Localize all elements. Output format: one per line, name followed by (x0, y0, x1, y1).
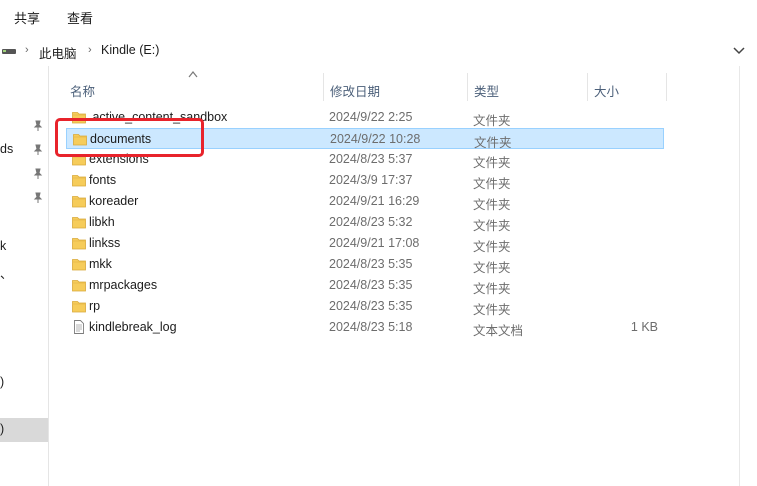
nav-item-fragment: ) (0, 422, 5, 436)
file-type: 文本文档 (473, 324, 524, 338)
chevron-down-icon[interactable] (731, 44, 747, 58)
folder-icon (72, 280, 86, 292)
file-modified-date: 2024/8/23 5:18 (329, 320, 413, 334)
file-type: 文件夹 (473, 303, 511, 317)
folder-icon (72, 238, 86, 250)
file-modified-date: 2024/8/23 5:32 (329, 215, 413, 229)
column-divider[interactable] (323, 73, 324, 101)
sort-ascending-icon (188, 71, 198, 78)
column-header-date[interactable]: 修改日期 (330, 81, 380, 100)
ribbon-tab-view[interactable]: 查看 (67, 8, 93, 27)
file-type: 文件夹 (473, 198, 511, 212)
nav-item-fragment[interactable]: ) (0, 375, 4, 389)
file-row[interactable]: koreader 2024/9/21 16:29 文件夹 (66, 191, 664, 212)
column-header-size[interactable]: 大小 (594, 81, 619, 100)
file-row[interactable]: kindlebreak_log 2024/8/23 5:18 文本文档 1 KB (66, 317, 664, 338)
file-type: 文件夹 (473, 219, 511, 233)
nav-item-fragment[interactable]: ds (0, 142, 13, 156)
nav-item-selected[interactable]: ) (0, 418, 48, 442)
file-row[interactable]: mrpackages 2024/8/23 5:35 文件夹 (66, 275, 664, 296)
file-modified-date: 2024/9/21 16:29 (329, 194, 420, 208)
text-file-icon (74, 320, 84, 334)
scrollbar-track[interactable] (739, 66, 740, 486)
file-type: 文件夹 (473, 240, 511, 254)
file-row[interactable]: rp 2024/8/23 5:35 文件夹 (66, 296, 664, 317)
file-type: 文件夹 (473, 282, 511, 296)
column-divider[interactable] (666, 73, 667, 101)
file-size: 1 KB (630, 320, 658, 334)
file-row[interactable]: libkh 2024/8/23 5:32 文件夹 (66, 212, 664, 233)
file-type: 文件夹 (473, 114, 511, 128)
file-name: linkss (89, 236, 121, 250)
pin-icon[interactable] (33, 144, 43, 156)
breadcrumb-kindle-drive[interactable]: Kindle (E:) (101, 43, 159, 57)
file-name: koreader (89, 194, 139, 208)
file-name: rp (89, 299, 101, 313)
chevron-right-icon: › (88, 44, 92, 56)
highlight-box (55, 118, 204, 157)
file-modified-date: 2024/8/23 5:35 (329, 257, 413, 271)
file-modified-date: 2024/8/23 5:35 (329, 278, 413, 292)
column-header-name[interactable]: 名称 (70, 81, 95, 100)
ribbon-tab-share[interactable]: 共享 (14, 8, 40, 27)
pin-icon[interactable] (33, 192, 43, 204)
file-name: libkh (89, 215, 115, 229)
nav-item-fragment[interactable]: 、 (0, 263, 13, 282)
folder-icon (72, 175, 86, 187)
file-row[interactable]: fonts 2024/3/9 17:37 文件夹 (66, 170, 664, 191)
file-modified-date: 2024/3/9 17:37 (329, 173, 413, 187)
file-name: kindlebreak_log (89, 320, 177, 334)
folder-icon (72, 196, 86, 208)
navigation-pane[interactable]: ds k 、 ) ) (0, 66, 49, 486)
file-modified-date: 2024/8/23 5:37 (329, 152, 413, 166)
file-row[interactable]: mkk 2024/8/23 5:35 文件夹 (66, 254, 664, 275)
folder-icon (72, 301, 86, 313)
pin-icon[interactable] (33, 168, 43, 180)
pin-icon[interactable] (33, 120, 43, 132)
file-modified-date: 2024/9/22 2:25 (329, 110, 413, 124)
column-divider[interactable] (587, 73, 588, 101)
breadcrumb-this-pc[interactable]: 此电脑 (39, 43, 77, 62)
file-name: fonts (89, 173, 117, 187)
column-divider[interactable] (467, 73, 468, 101)
file-modified-date: 2024/9/22 10:28 (330, 132, 421, 146)
chevron-right-icon: › (25, 44, 29, 56)
column-header-type[interactable]: 类型 (474, 81, 499, 100)
file-row[interactable]: linkss 2024/9/21 17:08 文件夹 (66, 233, 664, 254)
folder-icon (72, 217, 86, 229)
file-name: mkk (89, 257, 112, 271)
folder-icon (72, 259, 86, 271)
file-type: 文件夹 (473, 177, 511, 191)
drive-icon (2, 49, 16, 54)
file-name: mrpackages (89, 278, 158, 292)
file-modified-date: 2024/9/21 17:08 (329, 236, 420, 250)
file-type: 文件夹 (473, 261, 511, 275)
file-modified-date: 2024/8/23 5:35 (329, 299, 413, 313)
file-type: 文件夹 (473, 156, 511, 170)
nav-item-fragment[interactable]: k (0, 239, 6, 253)
